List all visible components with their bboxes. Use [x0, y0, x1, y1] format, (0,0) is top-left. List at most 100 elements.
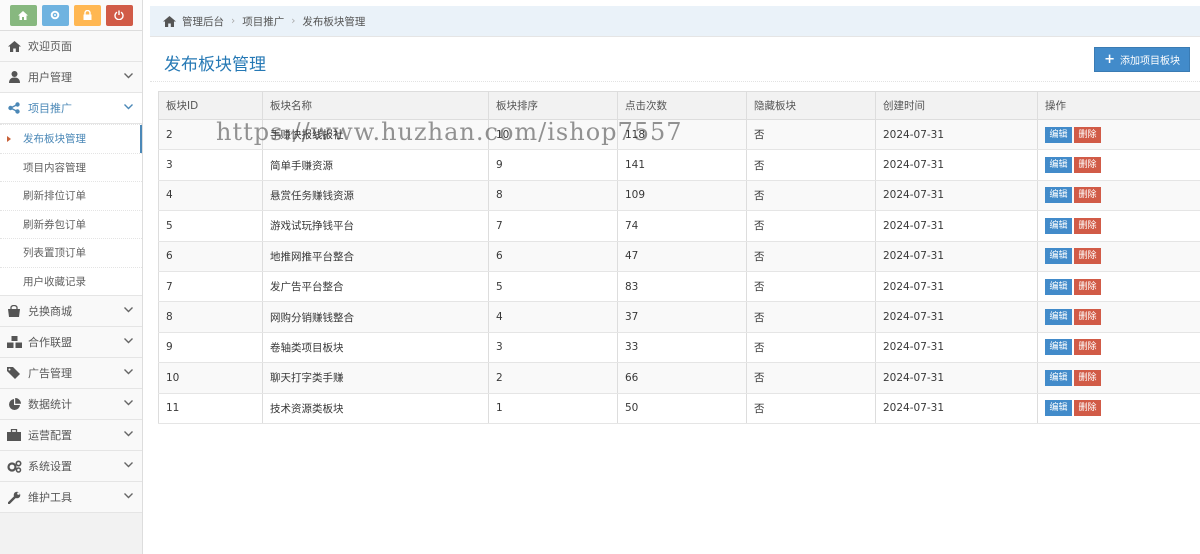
delete-button[interactable]: 删除	[1074, 126, 1101, 143]
edit-button[interactable]: 编辑	[1045, 217, 1072, 234]
table-header-row: 板块ID 板块名称 板块排序 点击次数 隐藏板块 创建时间 操作	[158, 91, 1200, 120]
cell-sort: 2	[488, 362, 618, 394]
delete-button[interactable]: 删除	[1074, 400, 1101, 417]
edit-button[interactable]: 编辑	[1045, 278, 1072, 295]
sidebar-item-users[interactable]: 用户管理	[0, 62, 142, 93]
sidebar-item-alliance[interactable]: 合作联盟	[0, 327, 142, 358]
sidebar-item-label: 系统设置	[28, 460, 72, 473]
sidebar-subitem-content-manage[interactable]: 项目内容管理	[0, 152, 142, 181]
cell-actions: 编辑 删除	[1037, 119, 1200, 151]
sidebar-item-label: 兑换商城	[28, 305, 72, 318]
sidebar-item-ads[interactable]: 广告管理	[0, 358, 142, 389]
sidebar-subitem-pin-top-orders[interactable]: 列表置顶订单	[0, 238, 142, 267]
page-title: 发布板块管理	[164, 55, 266, 75]
sidebar-subitem-user-favorites[interactable]: 用户收藏记录	[0, 266, 142, 295]
sidebar-item-label: 合作联盟	[28, 336, 72, 349]
sidebar: 欢迎页面 用户管理 项目推广 发布板块管理 项目内容管理 刷新排位订单 刷新券包…	[0, 0, 143, 554]
delete-button[interactable]: 删除	[1074, 309, 1101, 326]
cell-clicks: 33	[617, 332, 747, 364]
cell-clicks: 66	[617, 362, 747, 394]
delete-button[interactable]: 删除	[1074, 217, 1101, 234]
cell-hidden: 否	[746, 119, 876, 151]
breadcrumb: 管理后台 › 项目推广 › 发布板块管理	[150, 6, 1200, 37]
shortcut-lock-button[interactable]	[73, 4, 101, 26]
cell-created: 2024-07-31	[875, 180, 1038, 212]
edit-button[interactable]: 编辑	[1045, 187, 1072, 204]
cell-created: 2024-07-31	[875, 393, 1038, 424]
column-header-id: 板块ID	[158, 91, 263, 120]
chevron-down-icon	[124, 368, 142, 378]
cell-id: 3	[158, 149, 263, 181]
cell-clicks: 47	[617, 241, 747, 272]
edit-button[interactable]: 编辑	[1045, 126, 1072, 143]
delete-button[interactable]: 删除	[1074, 248, 1101, 265]
edit-button[interactable]: 编辑	[1045, 309, 1072, 326]
chevron-down-icon	[124, 492, 142, 502]
sidebar-item-statistics[interactable]: 数据统计	[0, 389, 142, 420]
sidebar-subitem-refresh-coupon-orders[interactable]: 刷新券包订单	[0, 209, 142, 238]
shortcut-settings-button[interactable]	[41, 4, 69, 26]
delete-button[interactable]: 删除	[1074, 369, 1101, 386]
sidebar-item-maintenance[interactable]: 维护工具	[0, 482, 142, 513]
cell-hidden: 否	[746, 271, 876, 303]
cubes-icon	[6, 335, 22, 349]
delete-button[interactable]: 删除	[1074, 278, 1101, 295]
sidebar-item-operations[interactable]: 运营配置	[0, 420, 142, 451]
edit-button[interactable]: 编辑	[1045, 339, 1072, 356]
sidebar-subitem-refresh-rank-orders[interactable]: 刷新排位订单	[0, 181, 142, 210]
column-header-actions: 操作	[1037, 91, 1200, 120]
cell-clicks: 74	[617, 210, 747, 242]
tags-icon	[6, 366, 22, 380]
delete-button[interactable]: 删除	[1074, 339, 1101, 356]
edit-button[interactable]: 编辑	[1045, 157, 1072, 174]
home-icon	[18, 10, 28, 20]
sidebar-item-label: 欢迎页面	[28, 40, 72, 53]
pie-chart-icon	[6, 397, 22, 411]
edit-button[interactable]: 编辑	[1045, 400, 1072, 417]
cell-id: 11	[158, 393, 263, 424]
cell-hidden: 否	[746, 362, 876, 394]
sidebar-item-welcome[interactable]: 欢迎页面	[0, 31, 142, 62]
shortcut-logout-button[interactable]	[105, 4, 133, 26]
add-section-button[interactable]: + 添加项目板块	[1094, 47, 1190, 72]
cell-sort: 10	[488, 119, 618, 151]
edit-button[interactable]: 编辑	[1045, 248, 1072, 265]
cell-created: 2024-07-31	[875, 149, 1038, 181]
cell-id: 9	[158, 332, 263, 364]
chevron-down-icon	[124, 399, 142, 409]
sidebar-item-shop[interactable]: 兑换商城	[0, 296, 142, 327]
table-row: 2 手赚快报线报社 10 118 否 2024-07-31 编辑 删除	[158, 119, 1200, 151]
cell-id: 8	[158, 301, 263, 333]
cell-created: 2024-07-31	[875, 119, 1038, 151]
delete-button[interactable]: 删除	[1074, 187, 1101, 204]
breadcrumb-item-admin[interactable]: 管理后台	[182, 14, 224, 29]
cell-sort: 4	[488, 301, 618, 333]
cell-actions: 编辑 删除	[1037, 210, 1200, 242]
sidebar-item-system-settings[interactable]: 系统设置	[0, 451, 142, 482]
breadcrumb-item-promotion[interactable]: 项目推广	[242, 14, 284, 29]
shortcut-home-button[interactable]	[9, 4, 37, 26]
sidebar-item-label: 用户管理	[28, 71, 72, 84]
chevron-down-icon	[124, 306, 142, 316]
cell-name: 卷轴类项目板块	[262, 332, 489, 364]
breadcrumb-separator: ›	[291, 15, 296, 27]
shop-icon	[6, 304, 22, 318]
table-row: 5 游戏试玩挣钱平台 7 74 否 2024-07-31 编辑 删除	[158, 210, 1200, 242]
edit-button[interactable]: 编辑	[1045, 369, 1072, 386]
column-header-sort: 板块排序	[488, 91, 618, 120]
sidebar-shortcuts	[0, 0, 142, 31]
cell-sort: 3	[488, 332, 618, 364]
home-icon	[6, 39, 22, 53]
cell-clicks: 118	[617, 119, 747, 151]
cell-name: 简单手赚资源	[262, 149, 489, 181]
sidebar-item-promotion[interactable]: 项目推广	[0, 93, 142, 124]
cell-actions: 编辑 删除	[1037, 180, 1200, 212]
delete-button[interactable]: 删除	[1074, 157, 1101, 174]
sidebar-subitem-section-manage[interactable]: 发布板块管理	[0, 124, 142, 153]
sections-table: 板块ID 板块名称 板块排序 点击次数 隐藏板块 创建时间 操作 2 手赚快报线报…	[158, 91, 1200, 424]
cell-clicks: 50	[617, 393, 747, 424]
column-header-name: 板块名称	[262, 91, 489, 120]
cell-hidden: 否	[746, 180, 876, 212]
column-header-hidden: 隐藏板块	[746, 91, 876, 120]
cell-actions: 编辑 删除	[1037, 241, 1200, 272]
